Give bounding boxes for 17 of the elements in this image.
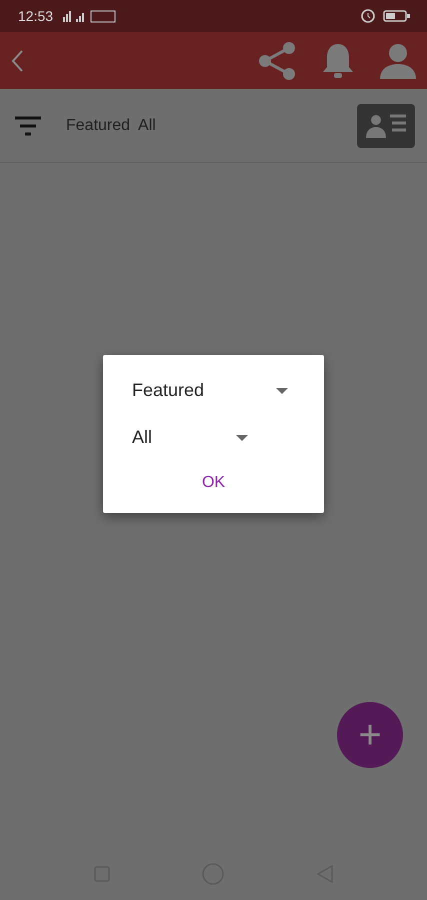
dropdown-caret-icon — [236, 434, 248, 440]
profile-icon[interactable] — [379, 42, 417, 80]
share-icon[interactable] — [257, 40, 297, 80]
status-time: 12:53 — [18, 6, 54, 26]
contact-card-icon[interactable] — [357, 104, 415, 148]
back-icon[interactable] — [10, 48, 24, 72]
ok-button[interactable]: OK — [192, 467, 236, 499]
dropdown[interactable]: Featured — [103, 367, 288, 414]
dropdown-caret-icon — [276, 388, 288, 394]
battery-icon — [383, 9, 413, 23]
filter-label: Featured — [66, 116, 130, 136]
filter-icon[interactable] — [14, 114, 42, 136]
dropdown[interactable]: All — [103, 414, 248, 461]
add-button[interactable]: + — [337, 702, 403, 768]
bell-icon[interactable] — [321, 42, 355, 80]
filter-label: All — [138, 116, 156, 136]
alarm-icon — [361, 9, 375, 23]
